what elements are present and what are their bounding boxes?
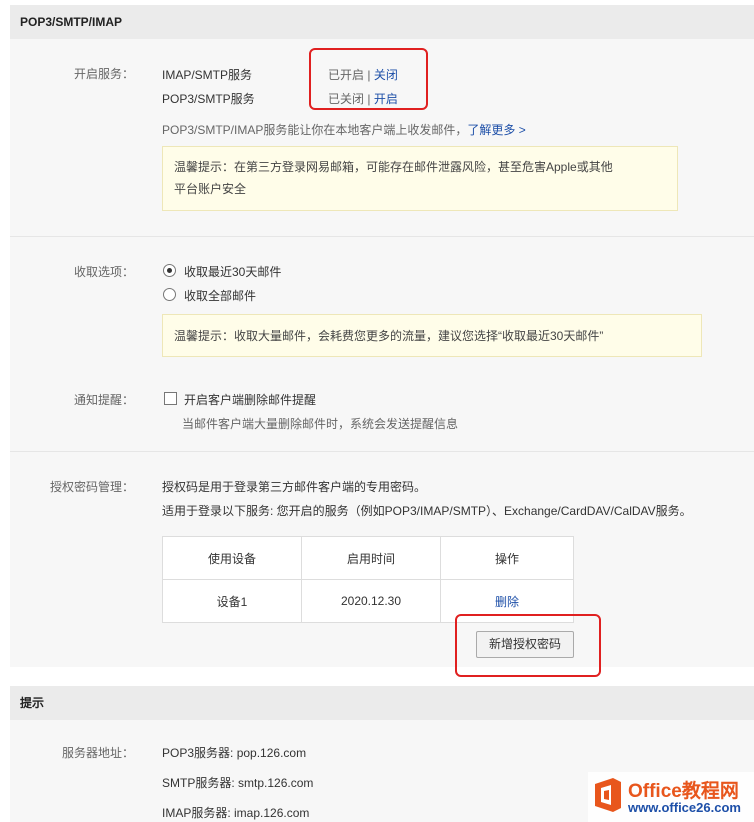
pop3-open-link[interactable]: 开启 (374, 92, 398, 106)
auth-device-table: 使用设备 启用时间 操作 设备1 2020.12.30 删除 (162, 536, 574, 623)
status-text: 已开启 (328, 68, 365, 82)
server-address: smtp.126.com (238, 776, 314, 790)
hint-panel-title: 提示 (10, 686, 754, 720)
col-date: 启用时间 (301, 536, 441, 580)
notify-label: 通知提醒： (73, 393, 134, 407)
pop-smtp-imap-panel: POP3/SMTP/IMAP 开启服务： IMAP/SMTP服务 已开启 | 关… (10, 5, 754, 667)
smtp-server: SMTP服务器: smtp.126.com (162, 774, 313, 791)
traffic-tip: 温馨提示：收取大量邮件，会耗费您更多的流量，建议您选择“收取最近30天邮件” (162, 314, 702, 357)
service-status-imap: 已开启 | 关闭 (328, 66, 398, 83)
table-header-row: 使用设备 启用时间 操作 (162, 536, 574, 580)
tip-text: 温馨提示：收取大量邮件，会耗费您更多的流量，建议您选择“收取最近30天邮件” (174, 329, 604, 343)
radio-label-all[interactable]: 收取全部邮件 (184, 287, 256, 304)
col-action: 操作 (440, 536, 574, 580)
radio-recent-30-days[interactable] (163, 264, 176, 277)
server-address: pop.126.com (236, 746, 307, 760)
watermark-url: www.office26.com (628, 800, 741, 815)
service-desc-text: POP3/SMTP/IMAP服务能让你在本地客户端上收发邮件， (162, 123, 468, 137)
imap-close-link[interactable]: 关闭 (374, 68, 398, 82)
service-row-pop3: POP3/SMTP服务 (162, 90, 255, 107)
server-type: IMAP服务器: (162, 806, 235, 820)
office-logo-icon (595, 778, 621, 812)
server-type: POP3服务器: (162, 746, 237, 760)
watermark: Office教程网 www.office26.com (588, 772, 754, 822)
server-type: SMTP服务器: (162, 776, 239, 790)
status-separator: | (364, 68, 374, 82)
cell-device: 设备1 (162, 579, 302, 623)
notify-description: 当邮件客户端大量删除邮件时，系统会发送提醒信息 (182, 417, 459, 431)
warning-tip: 温馨提示：在第三方登录网易邮箱，可能存在邮件泄露风险，甚至危害Apple或其他 … (162, 146, 678, 211)
service-name: POP3/SMTP服务 (162, 92, 255, 106)
panel-title: POP3/SMTP/IMAP (10, 5, 754, 39)
col-device: 使用设备 (162, 536, 302, 580)
table-row: 设备1 2020.12.30 删除 (162, 579, 574, 623)
tip-line-2: 平台账户安全 (174, 182, 247, 196)
server-label: 服务器地址： (61, 746, 134, 760)
auth-description-1: 授权码是用于登录第三方邮件客户端的专用密码。 (162, 480, 427, 494)
server-address: imap.126.com (234, 806, 310, 820)
radio-label-recent[interactable]: 收取最近30天邮件 (184, 263, 281, 280)
radio-all-mail[interactable] (163, 288, 176, 301)
section-divider (10, 236, 754, 237)
status-separator: | (364, 92, 374, 106)
watermark-brand: Office教程网 (628, 781, 739, 802)
tip-line-1: 温馨提示：在第三方登录网易邮箱，可能存在邮件泄露风险，甚至危害Apple或其他 (174, 160, 613, 174)
receive-label: 收取选项： (73, 265, 134, 279)
service-description: POP3/SMTP/IMAP服务能让你在本地客户端上收发邮件，了解更多 > (162, 121, 526, 138)
status-text: 已关闭 (328, 92, 365, 106)
auth-label: 授权密码管理： (49, 480, 134, 494)
service-label: 开启服务： (73, 67, 134, 81)
add-auth-code-button[interactable]: 新增授权密码 (476, 631, 574, 658)
notify-checkbox-label[interactable]: 开启客户端删除邮件提醒 (184, 391, 316, 408)
auth-description-2: 适用于登录以下服务: 您开启的服务（例如POP3/IMAP/SMTP）、Exch… (162, 504, 692, 518)
learn-more-link[interactable]: 了解更多 > (467, 123, 525, 137)
cell-date: 2020.12.30 (301, 579, 441, 623)
imap-server: IMAP服务器: imap.126.com (162, 804, 309, 821)
delete-link[interactable]: 删除 (495, 595, 519, 609)
service-status-pop3: 已关闭 | 开启 (328, 90, 398, 107)
pop3-server: POP3服务器: pop.126.com (162, 744, 306, 761)
service-row-imap: IMAP/SMTP服务 (162, 66, 252, 83)
section-divider (10, 451, 754, 452)
notify-checkbox[interactable] (164, 392, 177, 405)
service-name: IMAP/SMTP服务 (162, 68, 253, 82)
